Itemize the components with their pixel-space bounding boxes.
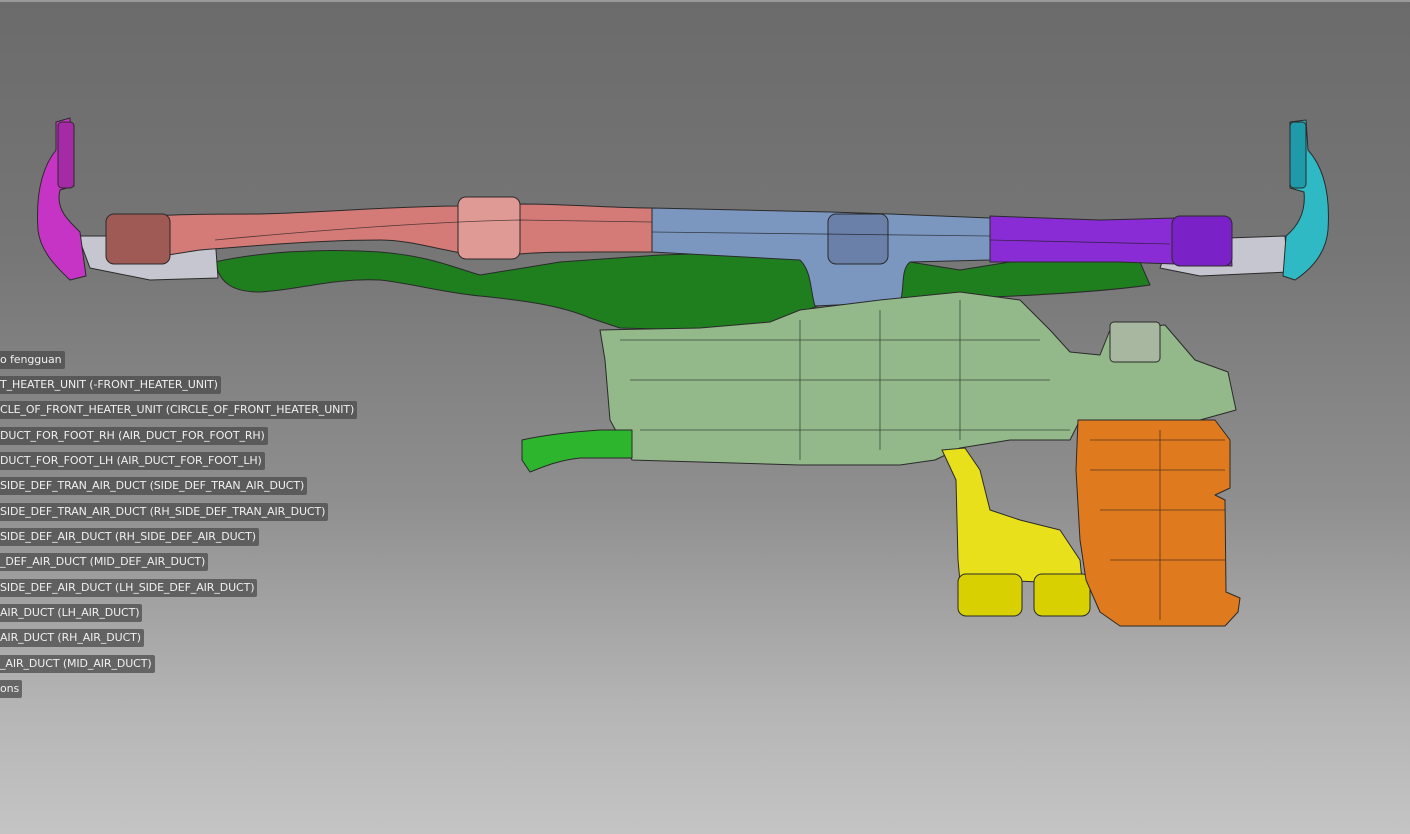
air-duct-for-foot-lh[interactable] xyxy=(521,429,633,473)
lh-center-vent[interactable] xyxy=(457,196,521,260)
air-duct-for-foot-rh[interactable] xyxy=(941,447,1083,583)
blower-motor-housing[interactable] xyxy=(1109,321,1161,363)
lh-air-vent[interactable] xyxy=(105,213,171,265)
tree-item-air-duct-for-foot-lh[interactable]: DUCT_FOR_FOOT_LH (AIR_DUCT_FOR_FOOT_LH) xyxy=(0,452,265,470)
lh-side-vent[interactable] xyxy=(57,121,75,189)
tree-item-rh-side-def-air-duct[interactable]: SIDE_DEF_AIR_DUCT (RH_SIDE_DEF_AIR_DUCT) xyxy=(0,528,259,546)
tree-item-mid-def-air-duct[interactable]: _DEF_AIR_DUCT (MID_DEF_AIR_DUCT) xyxy=(0,553,209,571)
rh-air-vent[interactable] xyxy=(1171,215,1233,267)
rh-side-vent[interactable] xyxy=(1289,121,1307,189)
tree-item-rh-air-duct[interactable]: AIR_DUCT (RH_AIR_DUCT) xyxy=(0,629,144,647)
tree-item-lh-air-duct[interactable]: AIR_DUCT (LH_AIR_DUCT) xyxy=(0,604,143,622)
tree-item-mid-air-duct[interactable]: _AIR_DUCT (MID_AIR_DUCT) xyxy=(0,655,155,673)
tree-item-lh-side-def-air-duct[interactable]: SIDE_DEF_AIR_DUCT (LH_SIDE_DEF_AIR_DUCT) xyxy=(0,579,258,597)
tree-item-front-heater-unit[interactable]: T_HEATER_UNIT (-FRONT_HEATER_UNIT) xyxy=(0,376,221,394)
foot-rh-outlet-2[interactable] xyxy=(1033,573,1091,617)
tree-item-rh-side-def-tran-air-duct[interactable]: SIDE_DEF_TRAN_AIR_DUCT (RH_SIDE_DEF_TRAN… xyxy=(0,503,329,521)
tree-item-circle-of-front-heater-unit[interactable]: CLE_OF_FRONT_HEATER_UNIT (CIRCLE_OF_FRON… xyxy=(0,401,358,419)
mid-air-vent[interactable] xyxy=(827,213,889,265)
circle-of-front-heater-unit[interactable] xyxy=(1075,419,1241,627)
tree-item-side-def-tran-air-duct[interactable]: SIDE_DEF_TRAN_AIR_DUCT (SIDE_DEF_TRAN_AI… xyxy=(0,477,308,495)
tree-item-applications[interactable]: ons xyxy=(0,680,23,698)
tree-item-root[interactable]: o fengguan xyxy=(0,351,65,369)
tree-item-air-duct-for-foot-rh[interactable]: DUCT_FOR_FOOT_RH (AIR_DUCT_FOR_FOOT_RH) xyxy=(0,427,268,445)
foot-rh-outlet-1[interactable] xyxy=(957,573,1023,617)
